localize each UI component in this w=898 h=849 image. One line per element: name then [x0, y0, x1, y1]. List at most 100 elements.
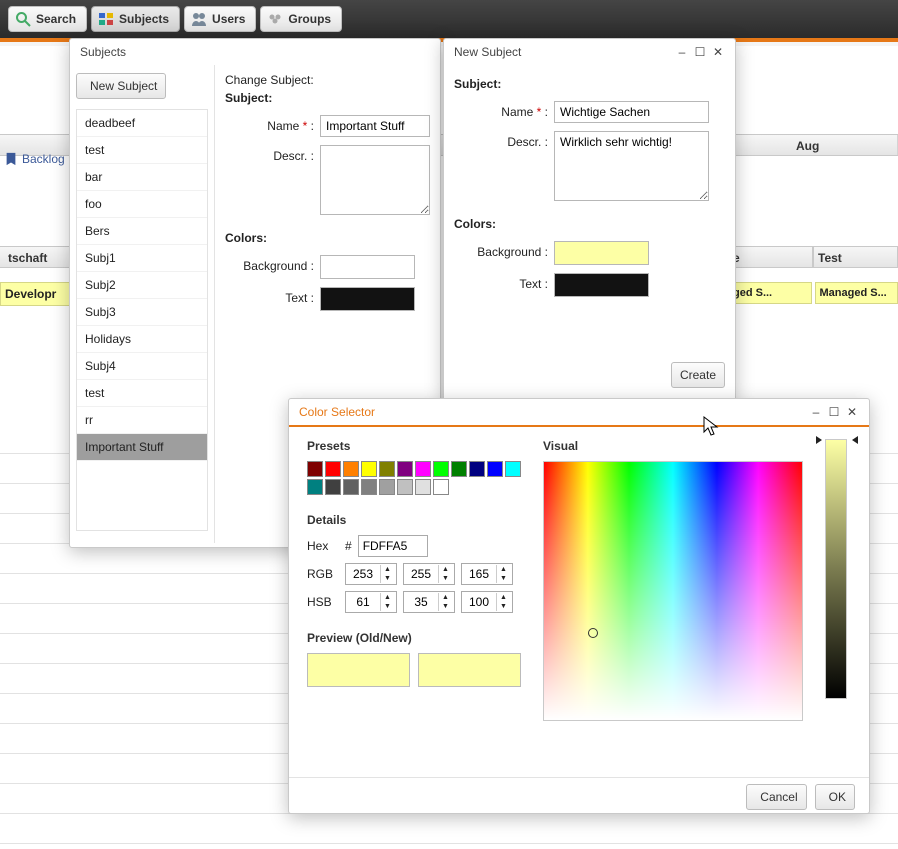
subject-list-item[interactable]: Important Stuff — [77, 434, 207, 461]
close-icon[interactable]: ✕ — [711, 45, 725, 59]
name-label: Name * : — [225, 115, 320, 133]
hsb-h-spinner[interactable]: ▲▼ — [345, 591, 397, 613]
ok-button[interactable]: OK — [815, 784, 855, 810]
preset-swatch[interactable] — [469, 461, 485, 477]
ns-descr-label: Descr. : — [454, 131, 554, 149]
cs-minimize-icon[interactable]: – — [809, 405, 823, 419]
cancel-button[interactable]: Cancel — [746, 784, 806, 810]
managed-cell[interactable]: Managed S... — [815, 282, 898, 304]
preset-swatch[interactable] — [325, 479, 341, 495]
hsb-s-spinner[interactable]: ▲▼ — [403, 591, 455, 613]
rgb-label: RGB — [307, 567, 339, 581]
subject-list-item[interactable]: Bers — [77, 218, 207, 245]
color-selector-title: Color Selector — [299, 405, 375, 419]
new-subject-panel: New Subject – ☐ ✕ Subject: Name * : Desc… — [443, 38, 736, 401]
maximize-icon[interactable]: ☐ — [693, 45, 707, 59]
rgb-r-spinner[interactable]: ▲▼ — [345, 563, 397, 585]
hue-saturation-area[interactable] — [543, 461, 803, 721]
subject-list-item[interactable]: rr — [77, 407, 207, 434]
subjects-list[interactable]: deadbeeftestbarfooBersSubj1Subj2Subj3Hol… — [76, 109, 208, 531]
preset-swatch[interactable] — [433, 461, 449, 477]
presets-heading: Presets — [307, 439, 521, 453]
preset-swatch[interactable] — [415, 461, 431, 477]
preset-swatch[interactable] — [307, 479, 323, 495]
preset-swatch[interactable] — [397, 461, 413, 477]
preview-new — [418, 653, 521, 687]
preset-swatch[interactable] — [343, 479, 359, 495]
preset-swatch[interactable] — [361, 479, 377, 495]
rgb-g-spinner[interactable]: ▲▼ — [403, 563, 455, 585]
subject-list-item[interactable]: Subj4 — [77, 353, 207, 380]
color-selector-panel: Color Selector – ☐ ✕ Presets Details Hex… — [288, 398, 870, 814]
cs-close-icon[interactable]: ✕ — [845, 405, 859, 419]
tab-groups[interactable]: Groups — [260, 6, 342, 32]
subject-list-item[interactable]: test — [77, 137, 207, 164]
subjects-panel-title: Subjects — [80, 45, 126, 59]
preset-swatch[interactable] — [379, 461, 395, 477]
create-button[interactable]: Create — [671, 362, 725, 388]
subject-list-item[interactable]: deadbeef — [77, 110, 207, 137]
rgb-b-spinner[interactable]: ▲▼ — [461, 563, 513, 585]
ns-descr-textarea[interactable]: Wirklich sehr wichtig! — [554, 131, 709, 201]
ns-text-label: Text : — [454, 273, 554, 291]
backlog-link[interactable]: Backlog — [0, 150, 69, 168]
preview-swatches — [307, 653, 521, 687]
bg-color-swatch[interactable] — [320, 255, 415, 279]
colors-section-heading: Colors: — [225, 231, 430, 245]
preset-swatch[interactable] — [361, 461, 377, 477]
new-subject-button[interactable]: New Subject — [76, 73, 166, 99]
preview-heading: Preview (Old/New) — [307, 631, 521, 645]
subject-list-item[interactable]: Holidays — [77, 326, 207, 353]
preset-swatch[interactable] — [415, 479, 431, 495]
tab-label: Subjects — [119, 12, 169, 26]
hue-handle[interactable] — [588, 628, 598, 638]
descr-textarea[interactable] — [320, 145, 430, 215]
descr-label: Descr. : — [225, 145, 320, 163]
visual-heading: Visual — [543, 439, 851, 453]
hsb-label: HSB — [307, 595, 339, 609]
preset-swatch[interactable] — [397, 479, 413, 495]
subject-list-item[interactable]: foo — [77, 191, 207, 218]
preset-swatch[interactable] — [433, 479, 449, 495]
subject-list-item[interactable]: Subj2 — [77, 272, 207, 299]
tab-users[interactable]: Users — [184, 6, 256, 32]
subjects-sidebar: New Subject deadbeeftestbarfooBersSubj1S… — [70, 65, 215, 543]
group-header-cell: e — [728, 246, 813, 268]
hsb-b-spinner[interactable]: ▲▼ — [461, 591, 513, 613]
minimize-icon[interactable]: – — [675, 45, 689, 59]
subject-list-item[interactable]: bar — [77, 164, 207, 191]
subject-list-item[interactable]: Subj3 — [77, 299, 207, 326]
preset-swatch[interactable] — [343, 461, 359, 477]
ns-name-input[interactable] — [554, 101, 709, 123]
preset-swatch[interactable] — [451, 461, 467, 477]
ns-text-color-swatch[interactable] — [554, 273, 649, 297]
preset-swatch[interactable] — [379, 479, 395, 495]
preset-swatch[interactable] — [505, 461, 521, 477]
preview-old — [307, 653, 410, 687]
hex-input[interactable] — [358, 535, 428, 557]
cs-maximize-icon[interactable]: ☐ — [827, 405, 841, 419]
value-bar[interactable] — [825, 439, 847, 699]
tab-label: Search — [36, 12, 76, 26]
preset-swatch[interactable] — [487, 461, 503, 477]
text-label: Text : — [225, 287, 320, 305]
preset-swatch[interactable] — [325, 461, 341, 477]
new-subject-panel-title: New Subject — [454, 45, 521, 59]
create-label: Create — [680, 368, 716, 382]
name-input[interactable] — [320, 115, 430, 137]
ns-colors-heading: Colors: — [454, 217, 725, 231]
ns-subject-heading: Subject: — [454, 77, 725, 91]
hex-label: Hex — [307, 539, 339, 553]
subject-list-item[interactable]: test — [77, 380, 207, 407]
new-subject-label: New Subject — [90, 79, 157, 93]
tab-subjects[interactable]: Subjects — [91, 6, 180, 32]
managed-cell[interactable]: ged S... — [728, 282, 812, 304]
preset-swatch[interactable] — [307, 461, 323, 477]
bookmark-icon — [4, 152, 18, 166]
subjects-icon — [98, 11, 114, 27]
ns-bg-color-swatch[interactable] — [554, 241, 649, 265]
tab-search[interactable]: Search — [8, 6, 87, 32]
subject-list-item[interactable]: Subj1 — [77, 245, 207, 272]
text-color-swatch[interactable] — [320, 287, 415, 311]
managed-cells: ged S... Managed S... — [728, 282, 898, 304]
